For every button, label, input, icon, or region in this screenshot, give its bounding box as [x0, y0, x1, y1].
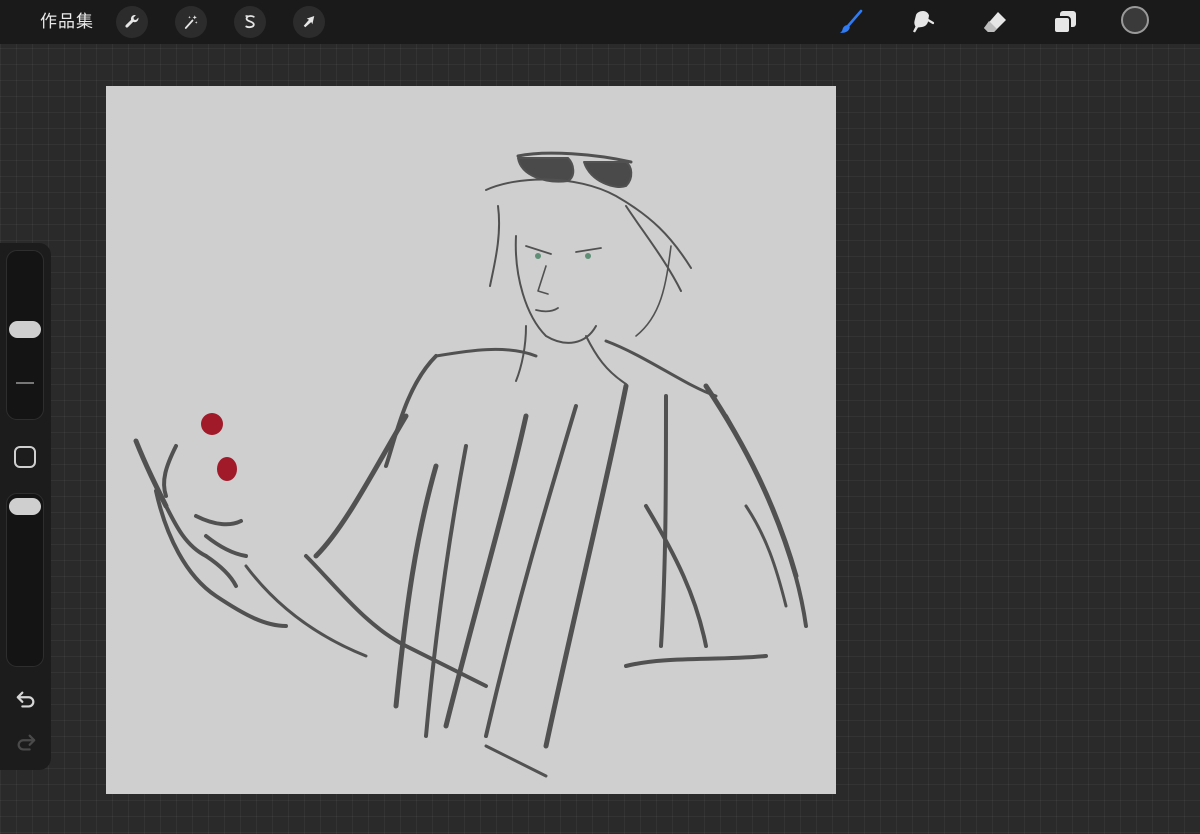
- selection-icon: [245, 15, 255, 29]
- brush-icon: [840, 9, 863, 33]
- adjustments-button[interactable]: [175, 6, 207, 38]
- layers-button[interactable]: [1047, 4, 1083, 40]
- redo-button[interactable]: [12, 730, 40, 756]
- magic-wand-icon: [184, 15, 198, 29]
- gallery-button[interactable]: 作品集: [40, 10, 94, 34]
- actions-button[interactable]: [116, 6, 148, 38]
- sketch-artwork: [133, 151, 808, 778]
- eraser-tool-button[interactable]: [977, 4, 1013, 40]
- brush-size-thumb[interactable]: [9, 321, 41, 338]
- top-toolbar: 作品集: [0, 0, 1200, 44]
- color-picker-button[interactable]: [1121, 6, 1149, 34]
- left-sidebar: [0, 243, 51, 770]
- smudge-icon: [913, 11, 935, 33]
- selection-button[interactable]: [234, 6, 266, 38]
- wrench-icon: [125, 14, 139, 28]
- slider-mark: [16, 382, 34, 384]
- square-modify-icon[interactable]: [14, 446, 36, 468]
- brush-size-slider[interactable]: [6, 250, 44, 420]
- redo-arrow-icon: [17, 734, 36, 751]
- transform-arrow-icon: [303, 16, 315, 28]
- opacity-thumb[interactable]: [9, 498, 41, 515]
- undo-arrow-icon: [16, 691, 35, 708]
- undo-button[interactable]: [12, 687, 40, 713]
- opacity-slider[interactable]: [6, 493, 44, 667]
- layers-icon: [1053, 11, 1076, 34]
- smudge-tool-button[interactable]: [905, 4, 941, 40]
- eraser-icon: [984, 12, 1006, 32]
- transform-button[interactable]: [293, 6, 325, 38]
- drawing-canvas[interactable]: [106, 86, 836, 794]
- brush-tool-button[interactable]: [833, 4, 869, 40]
